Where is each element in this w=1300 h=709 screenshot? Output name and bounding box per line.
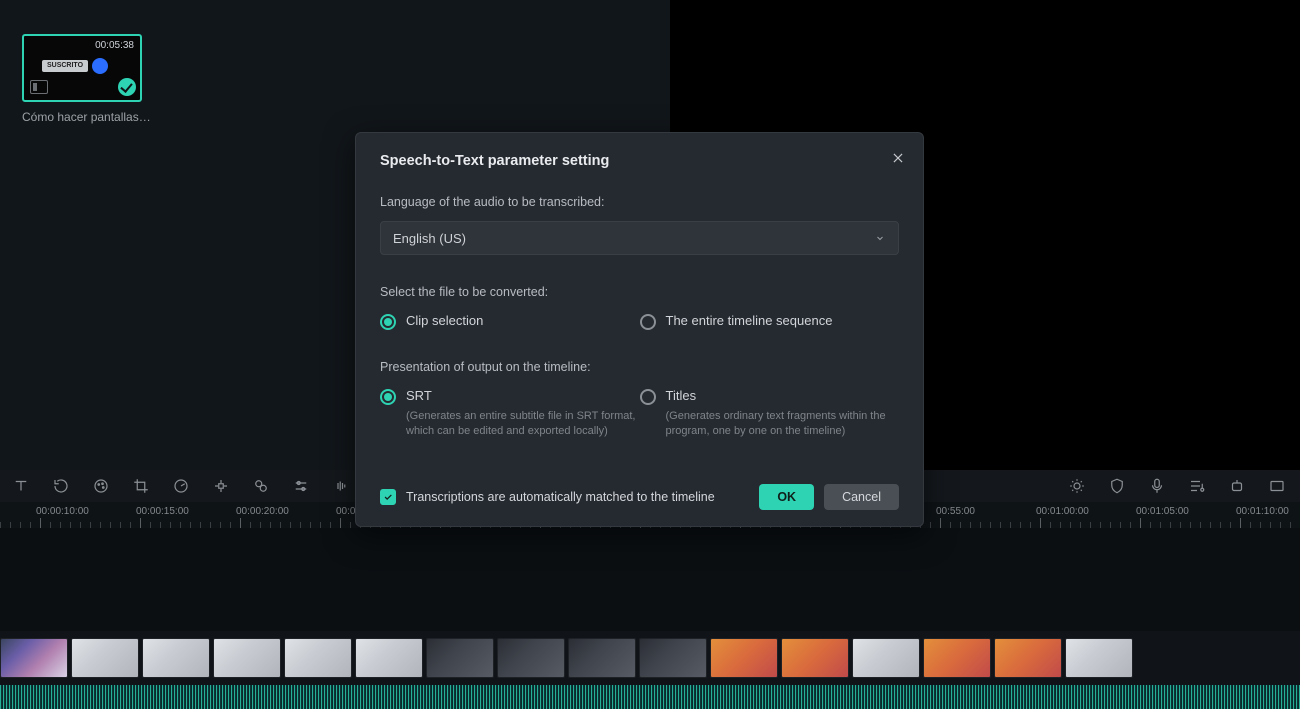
ruler-time-label: 00:00:10:00 [36,506,89,517]
clip-marker-icon [30,80,48,94]
radio-srt-description: (Generates an entire subtitle file in SR… [406,409,636,439]
brightness-icon[interactable] [1068,477,1086,495]
timeline-clip[interactable] [1065,638,1133,678]
timeline-tracks-empty[interactable] [0,528,1300,631]
queue-icon[interactable] [1188,477,1206,495]
timeline-video-track[interactable] [0,631,1300,685]
timeline-clip[interactable] [639,638,707,678]
close-button[interactable] [887,147,909,169]
timeline-clip[interactable] [0,638,68,678]
timeline-clip[interactable] [426,638,494,678]
timeline-clip[interactable] [994,638,1062,678]
radio-titles-label: Titles [666,388,896,403]
timeline-clip[interactable] [71,638,139,678]
audio-waveform [0,685,1300,709]
timeline-clip[interactable] [781,638,849,678]
sliders-icon[interactable] [292,477,310,495]
radio-clip-selection[interactable] [380,314,396,330]
presentation-label: Presentation of output on the timeline: [380,360,899,374]
timeline-clip[interactable] [852,638,920,678]
radio-titles-description: (Generates ordinary text fragments withi… [666,409,896,439]
timeline-clip[interactable] [568,638,636,678]
ruler-time-label: 00:01:10:00 [1236,506,1289,517]
effects-icon[interactable] [252,477,270,495]
auto-match-checkbox[interactable] [380,489,396,505]
center-icon[interactable] [212,477,230,495]
chevron-down-icon [874,232,886,244]
ruler-time-label: 00:01:05:00 [1136,506,1189,517]
clip-selected-check-icon [118,78,136,96]
file-select-label: Select the file to be converted: [380,285,899,299]
radio-srt[interactable] [380,389,396,405]
timeline-clip[interactable] [923,638,991,678]
history-icon[interactable] [52,477,70,495]
speech-to-text-dialog: Speech-to-Text parameter setting Languag… [355,132,924,527]
ruler-time-label: 00:00:20:00 [236,506,289,517]
clip-badge: SUSCRITO [42,60,88,72]
radio-titles[interactable] [640,389,656,405]
timeline-audio-track[interactable] [0,685,1300,709]
timeline-clip[interactable] [355,638,423,678]
clip-title-label: Cómo hacer pantallas ... [22,110,152,124]
language-label: Language of the audio to be transcribed: [380,195,899,209]
ruler-time-label: 00:00:15:00 [136,506,189,517]
timeline-clip[interactable] [142,638,210,678]
text-tool-icon[interactable] [12,477,30,495]
crop-icon[interactable] [132,477,150,495]
timeline-clip[interactable] [497,638,565,678]
timeline-clip[interactable] [710,638,778,678]
speed-icon[interactable] [172,477,190,495]
shield-icon[interactable] [1108,477,1126,495]
robot-icon[interactable] [1228,477,1246,495]
audio-wave-icon[interactable] [332,477,350,495]
palette-icon[interactable] [92,477,110,495]
language-select-value: English (US) [393,231,466,246]
radio-clip-selection-label: Clip selection [406,313,483,328]
ok-button[interactable]: OK [759,484,814,510]
ruler-time-label: 00:01:00:00 [1036,506,1089,517]
timeline-clip[interactable] [284,638,352,678]
mic-icon[interactable] [1148,477,1166,495]
dialog-title: Speech-to-Text parameter setting [380,153,899,169]
cancel-button[interactable]: Cancel [824,484,899,510]
expand-icon[interactable] [1268,477,1286,495]
auto-match-label: Transcriptions are automatically matched… [406,490,715,504]
media-clip-thumbnail[interactable]: 00:05:38 SUSCRITO [22,34,142,102]
ruler-time-label: 00:55:00 [936,506,975,517]
language-select[interactable]: English (US) [380,221,899,255]
like-icon [92,58,108,74]
clip-duration-label: 00:05:38 [95,40,134,51]
radio-entire-timeline[interactable] [640,314,656,330]
radio-srt-label: SRT [406,388,636,403]
media-clip-card[interactable]: 00:05:38 SUSCRITO Cómo hacer pantallas .… [22,34,144,124]
radio-entire-timeline-label: The entire timeline sequence [666,313,833,328]
timeline-clip[interactable] [213,638,281,678]
